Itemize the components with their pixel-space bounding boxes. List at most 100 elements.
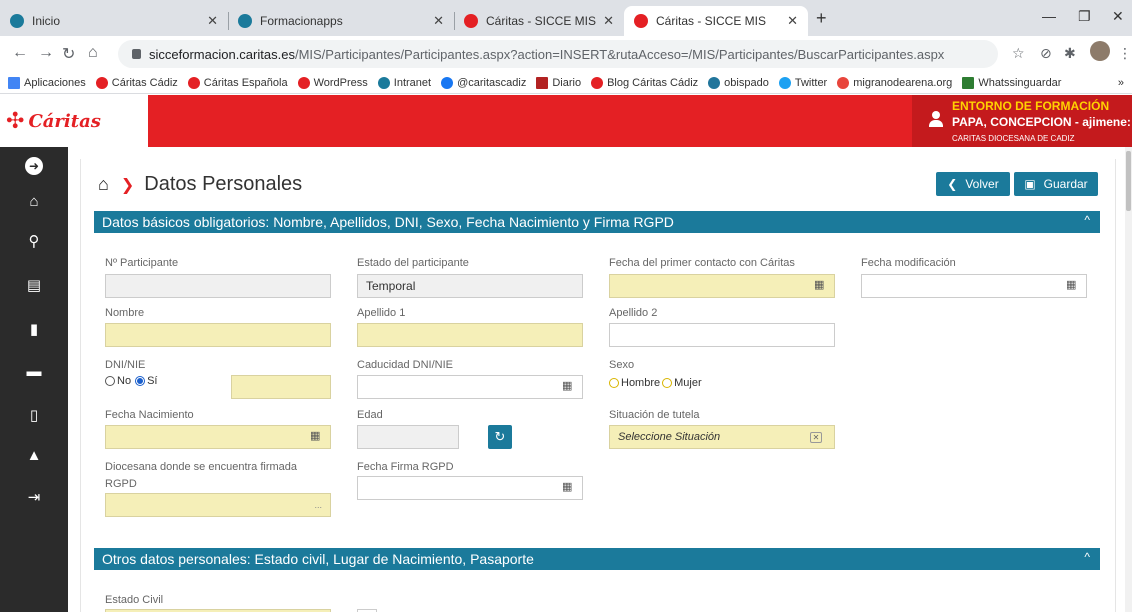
reload-icon[interactable]: ↻ bbox=[62, 44, 75, 64]
bookmarks-more[interactable]: » bbox=[1118, 77, 1124, 89]
save-button[interactable]: ▣ Guardar bbox=[1014, 172, 1098, 196]
scrollbar-thumb[interactable] bbox=[1126, 151, 1131, 211]
caritas-logo[interactable]: ✣ Cáritas bbox=[0, 95, 148, 147]
bookmark-item[interactable]: @caritascadiz bbox=[441, 76, 526, 89]
caritas-icon bbox=[187, 76, 200, 89]
label-num-participante: Nº Participante bbox=[105, 257, 179, 269]
tab-inicio[interactable]: Inicio ✕ bbox=[0, 6, 228, 36]
dni-field[interactable] bbox=[231, 375, 331, 399]
tab-title: Inicio bbox=[32, 14, 61, 28]
bookmark-item[interactable]: Blog Cáritas Cádiz bbox=[591, 76, 698, 89]
section-other-data-header[interactable]: Otros datos personales: Estado civil, Lu… bbox=[94, 548, 1100, 570]
facebook-icon bbox=[441, 76, 454, 89]
close-icon[interactable]: ✕ bbox=[603, 13, 614, 29]
home-icon[interactable]: ⌂ bbox=[98, 174, 109, 195]
calendar-icon[interactable]: ▦ bbox=[310, 429, 324, 445]
bookmark-item[interactable]: Intranet bbox=[377, 76, 431, 89]
nombre-field[interactable] bbox=[105, 323, 331, 347]
whatsapp-icon bbox=[962, 76, 975, 89]
tab-formacionapps[interactable]: Formacionapps ✕ bbox=[228, 6, 454, 36]
estado-field: Temporal bbox=[357, 274, 583, 298]
sidebar: ➜ ⌂ ⚲ ▤ ▮ ▬ ▯ ▲ ⇥ bbox=[0, 147, 68, 612]
tab-sicce-active[interactable]: Cáritas - SICCE MIS ✕ bbox=[624, 6, 808, 36]
chevron-up-icon[interactable]: ^ bbox=[1084, 550, 1090, 564]
forward-icon[interactable]: → bbox=[38, 44, 54, 62]
back-icon[interactable]: ← bbox=[12, 44, 28, 62]
restore-icon[interactable]: ❐ bbox=[1078, 8, 1091, 25]
close-window-icon[interactable]: ✕ bbox=[1112, 8, 1124, 25]
user-organization: CARITAS DIOCESANA DE CADIZ bbox=[952, 134, 1075, 143]
sexo-mujer-radio[interactable] bbox=[662, 378, 673, 388]
copy-icon[interactable]: ▯ bbox=[0, 405, 68, 425]
page-title: Datos Personales bbox=[144, 173, 303, 195]
dni-si-radio[interactable] bbox=[135, 376, 146, 386]
user-panel[interactable]: ENTORNO DE FORMACIÓN PAPA, CONCEPCION - … bbox=[912, 95, 1132, 147]
chevron-left-icon: ❮ bbox=[947, 177, 958, 191]
search-icon[interactable]: ⚲ bbox=[0, 231, 68, 251]
clear-icon[interactable]: ✕ bbox=[810, 432, 822, 443]
calendar-icon[interactable]: ▦ bbox=[562, 379, 576, 395]
document-icon[interactable]: ▮ bbox=[0, 319, 68, 339]
tab-title: Cáritas - SICCE MIS bbox=[656, 14, 767, 28]
section-basic-data-header[interactable]: Datos básicos obligatorios: Nombre, Apel… bbox=[94, 211, 1100, 233]
profile-avatar[interactable] bbox=[1090, 41, 1110, 61]
caducidad-field[interactable]: ▦ bbox=[357, 375, 583, 399]
label-diocesana-1: Diocesana donde se encuentra firmada bbox=[105, 461, 298, 473]
bookmarks-bar: Aplicaciones Cáritas Cádiz Cáritas Españ… bbox=[0, 72, 1132, 94]
sexo-hombre-radio[interactable] bbox=[609, 378, 619, 388]
fecha-firma-field[interactable]: ▦ bbox=[357, 476, 583, 500]
clipboard-icon[interactable]: ▤ bbox=[0, 275, 68, 295]
extension-icon[interactable]: ⊘ bbox=[1040, 45, 1052, 62]
page-scrollbar[interactable] bbox=[1125, 147, 1132, 612]
close-icon[interactable]: ✕ bbox=[433, 13, 444, 29]
bookmark-item[interactable]: Diario bbox=[536, 76, 581, 89]
chevron-up-icon[interactable]: ^ bbox=[1084, 213, 1090, 227]
calendar-icon[interactable]: ▦ bbox=[562, 480, 576, 496]
bookmark-item[interactable]: Cáritas Cádiz bbox=[95, 76, 178, 89]
breadcrumb: ⌂ ❯ Datos Personales bbox=[98, 173, 302, 196]
fecha-mod-field[interactable]: ▦ bbox=[861, 274, 1087, 298]
new-tab-button[interactable]: + bbox=[816, 8, 827, 29]
bookmark-item[interactable]: WordPress bbox=[297, 76, 368, 89]
apellido1-field[interactable] bbox=[357, 323, 583, 347]
close-icon[interactable]: ✕ bbox=[207, 13, 218, 29]
bookmark-item[interactable]: Twitter bbox=[778, 76, 827, 89]
menu-icon[interactable]: ⋮ bbox=[1118, 45, 1132, 62]
tab-title: Cáritas - SICCE MIS bbox=[486, 14, 597, 28]
dni-radio-group: No Sí bbox=[105, 375, 157, 387]
calendar-icon[interactable]: ▦ bbox=[1066, 278, 1080, 294]
minimize-icon[interactable]: — bbox=[1042, 8, 1056, 24]
back-button[interactable]: ❮ Volver bbox=[936, 172, 1010, 196]
fecha-nac-field[interactable]: ▦ bbox=[105, 425, 331, 449]
tutela-select[interactable]: Seleccione Situación ✕ bbox=[609, 425, 835, 449]
url-bar[interactable]: sicceformacion.caritas.es/MIS/Participan… bbox=[118, 40, 998, 68]
lock-icon[interactable]: ▲ bbox=[0, 445, 68, 465]
bookmark-item[interactable]: Whatssinguardar bbox=[962, 76, 1061, 89]
close-icon[interactable]: ✕ bbox=[787, 13, 798, 29]
diocesana-select[interactable]: ... bbox=[105, 493, 331, 517]
diario-icon bbox=[536, 76, 549, 89]
home-icon[interactable]: ⌂ bbox=[88, 44, 98, 62]
refresh-icon[interactable]: ↻ bbox=[488, 425, 512, 449]
environment-label: ENTORNO DE FORMACIÓN bbox=[952, 99, 1110, 113]
calendar-icon[interactable]: ▦ bbox=[814, 278, 828, 294]
label-nombre: Nombre bbox=[105, 307, 145, 319]
bookmark-item[interactable]: Cáritas Española bbox=[187, 76, 288, 89]
address-row: ← → ↻ ⌂ sicceformacion.caritas.es/MIS/Pa… bbox=[0, 36, 1132, 72]
logout-icon[interactable]: ⇥ bbox=[0, 487, 68, 507]
home-icon[interactable]: ⌂ bbox=[0, 191, 68, 211]
briefcase-icon[interactable]: ▬ bbox=[0, 361, 68, 381]
edad-field bbox=[357, 425, 459, 449]
fecha-contacto-field[interactable]: ▦ bbox=[609, 274, 835, 298]
bookmark-item[interactable]: obispado bbox=[708, 76, 769, 89]
bookmark-apps[interactable]: Aplicaciones bbox=[8, 76, 86, 89]
tab-sicce-1[interactable]: Cáritas - SICCE MIS ✕ bbox=[454, 6, 624, 36]
sidebar-toggle-icon[interactable]: ➜ bbox=[25, 157, 43, 175]
bookmark-item[interactable]: migranodearena.org bbox=[837, 76, 952, 89]
dni-no-radio[interactable] bbox=[105, 376, 115, 386]
tab-favicon-icon bbox=[238, 14, 252, 28]
puzzle-icon[interactable]: ✱ bbox=[1064, 45, 1076, 62]
apellido2-field[interactable] bbox=[609, 323, 835, 347]
star-icon[interactable]: ☆ bbox=[1012, 45, 1025, 62]
tab-favicon-icon bbox=[464, 14, 478, 28]
